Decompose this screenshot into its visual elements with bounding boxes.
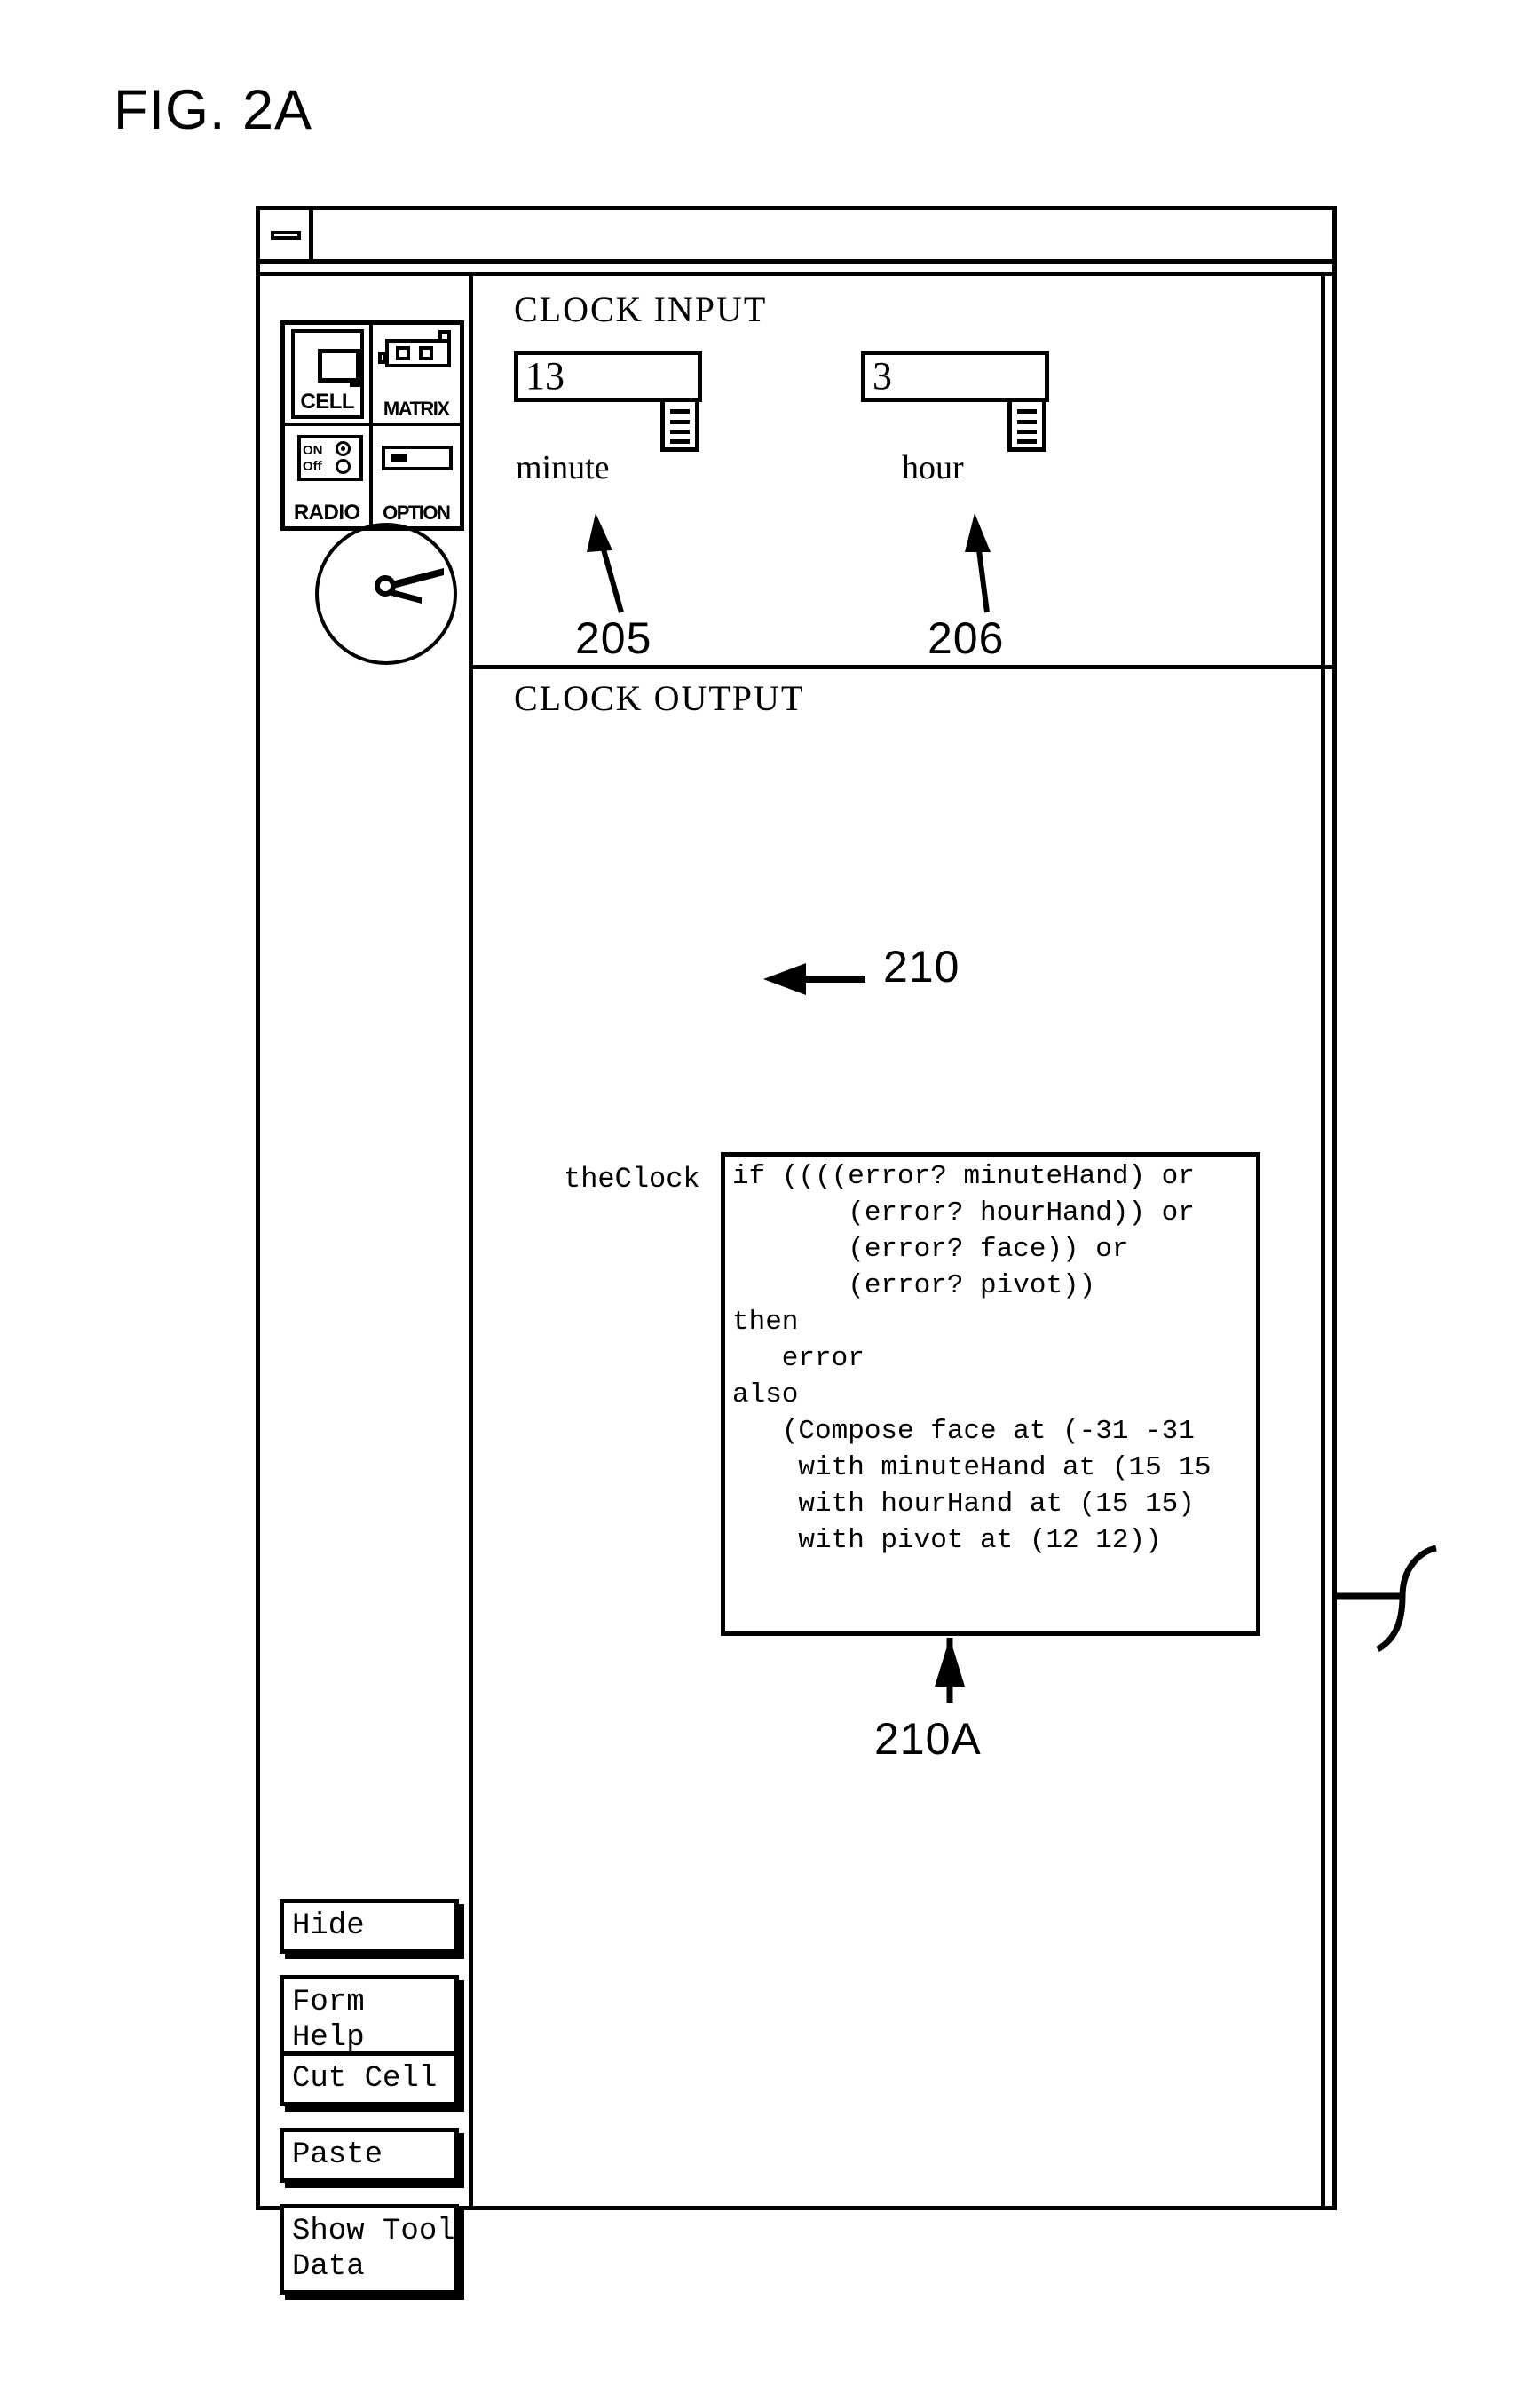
- palette-item-matrix[interactable]: MATRIX: [372, 325, 460, 426]
- minute-field-menu-icon[interactable]: [660, 402, 699, 452]
- tool-palette: CELL MATRIX ON Off RADIO OPTION: [280, 320, 464, 531]
- hour-input[interactable]: 3: [861, 351, 1049, 402]
- palette-item-option[interactable]: OPTION: [373, 426, 461, 527]
- form-right-divider: [1321, 276, 1325, 2206]
- cell-icon-notch: [350, 376, 360, 387]
- clock-face: [315, 523, 457, 665]
- section-divider: [473, 665, 1332, 669]
- palette-item-radio[interactable]: ON Off RADIO: [285, 425, 373, 526]
- radio-icon-off-label: Off: [303, 458, 322, 474]
- hour-field-group: 3 hour: [861, 351, 1049, 486]
- clock-output-title: CLOCK OUTPUT: [514, 678, 805, 718]
- palette-item-cell-frame: CELL: [291, 329, 364, 419]
- palette-item-cell[interactable]: CELL: [285, 325, 373, 426]
- minimize-icon: [271, 231, 301, 240]
- radio-icon-on-label: ON: [303, 442, 323, 458]
- minute-field-group: 13 minute: [514, 351, 702, 486]
- hour-field-label: hour: [902, 449, 964, 486]
- minute-field-label: minute: [516, 449, 610, 486]
- code-panel-text: if ((((error? minuteHand) or (error? hou…: [732, 1161, 1212, 1556]
- window-menubar: [260, 264, 1332, 276]
- show-tool-data-button[interactable]: Show Tool Data: [280, 2204, 459, 2295]
- code-panel-label: theClock: [564, 1163, 700, 1196]
- clock-input-title: CLOCK INPUT: [514, 289, 768, 329]
- code-panel[interactable]: if ((((error? minuteHand) or (error? hou…: [721, 1152, 1260, 1636]
- radio-icon-dot-selected: [336, 440, 351, 456]
- hour-input-value: 3: [873, 354, 892, 398]
- paste-button[interactable]: Paste: [280, 2128, 459, 2183]
- option-icon-bar: [390, 453, 407, 462]
- minute-input-value: 13: [525, 354, 565, 398]
- window-titlebar: [260, 210, 1332, 264]
- matrix-icon-square-2: [418, 346, 433, 360]
- radio-icon-dot-empty: [336, 458, 351, 474]
- brace-leader: [1337, 1545, 1437, 1653]
- cut-cell-button[interactable]: Cut Cell: [280, 2051, 459, 2106]
- palette-item-option-label: OPTION: [383, 502, 451, 524]
- radio-icon: [297, 434, 363, 481]
- callout-210A: 210A: [874, 1714, 982, 1764]
- palette-item-radio-label: RADIO: [293, 501, 360, 525]
- figure-page: FIG. 2A CELL MATRIX ON Off RADIO OPTION …: [0, 0, 1540, 2386]
- matrix-icon-square-1: [395, 346, 410, 360]
- minute-input[interactable]: 13: [514, 351, 702, 402]
- callout-210: 210: [883, 942, 960, 992]
- figure-label: FIG. 2A: [114, 79, 313, 141]
- matrix-icon-tab: [377, 352, 387, 364]
- palette-item-matrix-label: MATRIX: [383, 397, 450, 420]
- hide-button[interactable]: Hide: [280, 1899, 459, 1954]
- callout-205: 205: [575, 613, 652, 663]
- matrix-icon-cap: [438, 330, 451, 343]
- palette-item-cell-label: CELL: [300, 389, 355, 414]
- hour-field-menu-icon[interactable]: [1007, 402, 1046, 452]
- callout-206: 206: [928, 613, 1005, 663]
- minimize-button[interactable]: [260, 210, 313, 259]
